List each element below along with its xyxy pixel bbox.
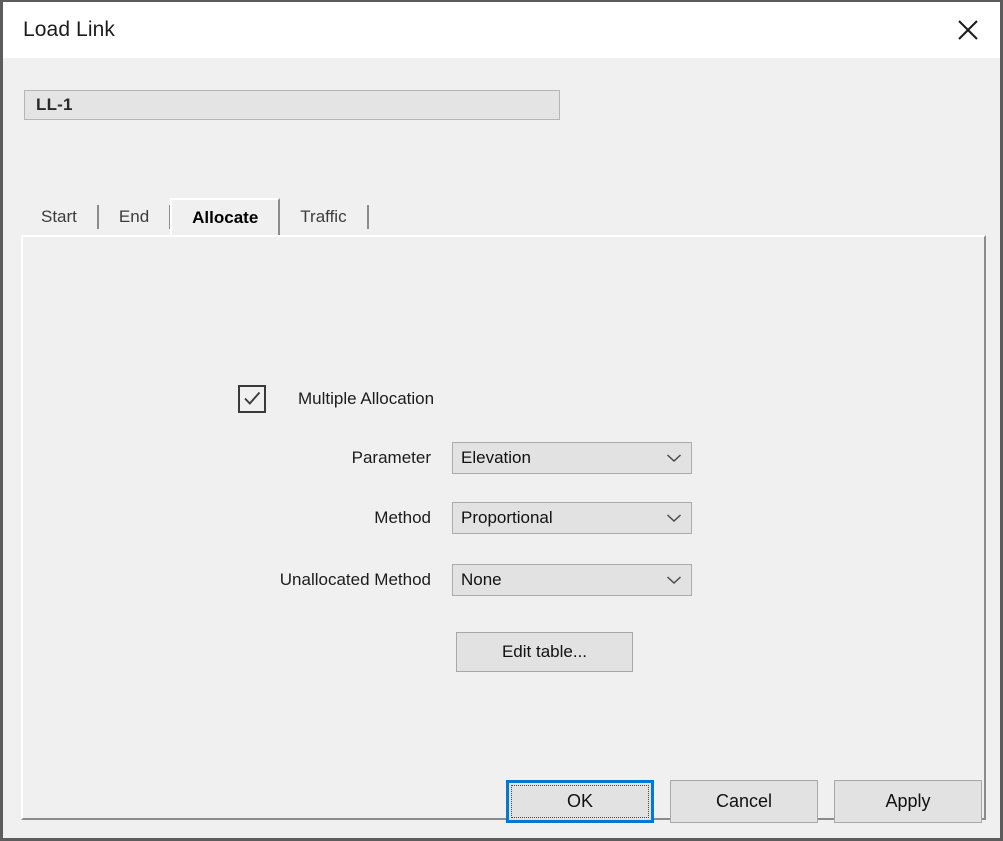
tab-strip: Start End Allocate Traffic	[21, 198, 369, 236]
dialog-body: LL-1 Start End Allocate Traffic Multiple…	[3, 58, 1000, 838]
method-dropdown[interactable]: Proportional	[452, 502, 692, 534]
load-link-dialog: Load Link LL-1 Start End Allocate Traffi…	[0, 0, 1003, 841]
tab-end[interactable]: End	[99, 198, 169, 236]
dialog-title: Load Link	[23, 18, 115, 41]
tab-end-label: End	[118, 207, 150, 226]
chevron-down-icon	[665, 571, 683, 589]
tab-separator	[366, 205, 369, 229]
link-name-value: LL-1	[36, 95, 73, 114]
link-name-field[interactable]: LL-1	[24, 90, 560, 120]
tab-start-label: Start	[41, 207, 77, 226]
parameter-value: Elevation	[461, 448, 531, 467]
parameter-dropdown[interactable]: Elevation	[452, 442, 692, 474]
unallocated-method-value: None	[461, 570, 502, 589]
close-icon[interactable]	[936, 2, 1000, 58]
tab-allocate[interactable]: Allocate	[170, 198, 281, 236]
chevron-down-icon	[665, 449, 683, 467]
parameter-row: Parameter Elevation	[238, 442, 692, 474]
method-row: Method Proportional	[238, 502, 692, 534]
unallocated-method-label: Unallocated Method	[279, 570, 431, 589]
multiple-allocation-checkbox[interactable]	[238, 385, 266, 413]
allocate-tab-panel: Multiple Allocation Parameter Elevation …	[21, 235, 986, 820]
tab-allocate-label: Allocate	[192, 208, 259, 227]
cancel-button[interactable]: Cancel	[670, 780, 818, 823]
cancel-button-label: Cancel	[715, 791, 773, 811]
unallocated-method-row: Unallocated Method None	[238, 564, 692, 596]
method-value: Proportional	[461, 508, 553, 527]
checkmark-icon	[244, 391, 261, 405]
method-label: Method	[374, 508, 431, 527]
multiple-allocation-label: Multiple Allocation	[298, 389, 435, 408]
unallocated-method-dropdown[interactable]: None	[452, 564, 692, 596]
title-bar: Load Link	[3, 2, 1000, 58]
apply-button[interactable]: Apply	[834, 780, 982, 823]
multiple-allocation-row: Multiple Allocation	[238, 385, 434, 413]
ok-button-label: OK	[566, 791, 593, 811]
tab-traffic-label: Traffic	[300, 207, 347, 226]
edit-table-button[interactable]: Edit table...	[456, 632, 633, 672]
tab-start[interactable]: Start	[21, 198, 97, 236]
chevron-down-icon	[665, 509, 683, 527]
dialog-footer: OK Cancel Apply	[3, 765, 1000, 838]
ok-button[interactable]: OK	[506, 780, 654, 823]
parameter-label: Parameter	[351, 448, 431, 467]
apply-button-label: Apply	[885, 791, 931, 811]
tab-traffic[interactable]: Traffic	[280, 198, 366, 236]
